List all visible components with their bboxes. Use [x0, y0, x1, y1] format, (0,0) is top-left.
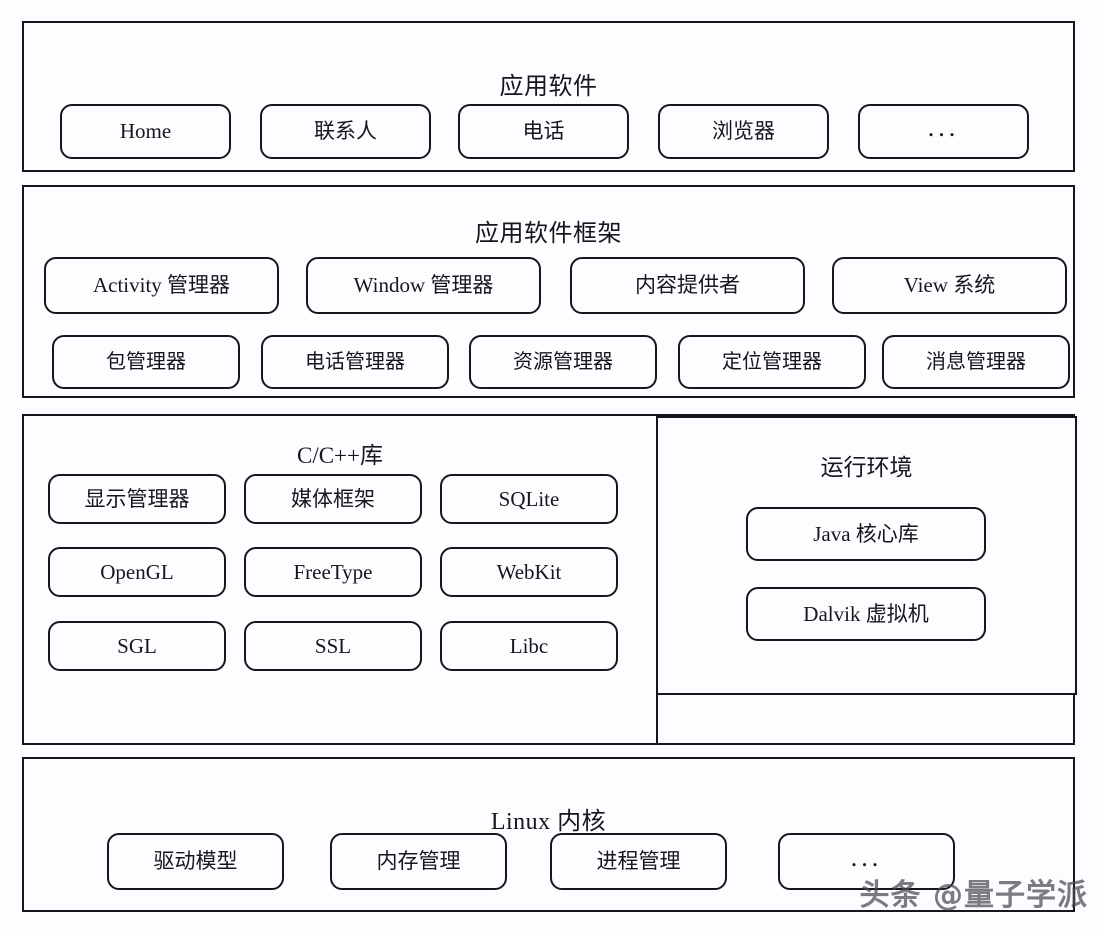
diagram-canvas: 应用软件 Home 联系人 电话 浏览器 ... 应用软件框架 Activity… [0, 0, 1098, 934]
framework-item-notification-manager[interactable]: 消息管理器 [882, 335, 1070, 389]
app-item-label: 浏览器 [712, 119, 775, 143]
library-item-opengl[interactable]: OpenGL [48, 547, 226, 597]
library-item-label: FreeType [293, 559, 373, 584]
framework-item-package-manager[interactable]: 包管理器 [52, 335, 240, 389]
kernel-item-label: 驱动模型 [153, 849, 238, 873]
framework-item-label: Window 管理器 [353, 273, 494, 297]
framework-item-location-manager[interactable]: 定位管理器 [678, 335, 866, 389]
kernel-item-memory-management[interactable]: 内存管理 [330, 833, 507, 890]
framework-item-content-provider[interactable]: 内容提供者 [570, 257, 805, 314]
layer-kernel-title: Linux 内核 [490, 809, 607, 835]
framework-item-view-system[interactable]: View 系统 [832, 257, 1067, 314]
layer-framework: 应用软件框架 Activity 管理器 Window 管理器 内容提供者 Vie… [22, 185, 1075, 398]
library-item-freetype[interactable]: FreeType [244, 547, 422, 597]
runtime-item-label: Dalvik 虚拟机 [803, 601, 929, 626]
framework-item-label: View 系统 [903, 273, 996, 297]
app-item-home[interactable]: Home [60, 104, 231, 159]
watermark: 头条 @量子学派 [859, 878, 1088, 913]
layer-applications-title: 应用软件 [499, 74, 598, 100]
framework-item-label: 资源管理器 [513, 351, 613, 373]
framework-item-resource-manager[interactable]: 资源管理器 [469, 335, 657, 389]
library-item-media-framework[interactable]: 媒体框架 [244, 474, 422, 524]
library-item-label: SSL [314, 633, 352, 658]
framework-item-label: 定位管理器 [722, 351, 822, 373]
library-item-libc[interactable]: Libc [440, 621, 618, 671]
library-item-sqlite[interactable]: SQLite [440, 474, 618, 524]
runtime-panel: 运行环境 Java 核心库 Dalvik 虚拟机 [656, 416, 1077, 695]
framework-item-label: 内容提供者 [635, 273, 740, 297]
kernel-item-label: ... [850, 842, 883, 872]
app-item-contacts[interactable]: 联系人 [260, 104, 431, 159]
library-item-label: 显示管理器 [84, 486, 190, 511]
runtime-item-dalvik-vm[interactable]: Dalvik 虚拟机 [746, 587, 986, 641]
app-item-label: ... [927, 112, 960, 142]
app-item-label: 电话 [522, 119, 565, 143]
library-item-label: WebKit [496, 559, 562, 584]
library-item-label: 媒体框架 [291, 486, 375, 511]
library-item-label: Libc [509, 633, 549, 658]
library-item-sgl[interactable]: SGL [48, 621, 226, 671]
runtime-title: 运行环境 [820, 455, 913, 480]
framework-item-label: 电话管理器 [305, 351, 405, 373]
framework-item-telephony-manager[interactable]: 电话管理器 [261, 335, 449, 389]
library-item-ssl[interactable]: SSL [244, 621, 422, 671]
library-item-label: SQLite [498, 486, 560, 511]
app-item-phone[interactable]: 电话 [458, 104, 629, 159]
framework-item-label: 消息管理器 [926, 351, 1026, 373]
framework-item-window-manager[interactable]: Window 管理器 [306, 257, 541, 314]
kernel-item-label: 内存管理 [376, 849, 461, 873]
framework-item-label: Activity 管理器 [92, 273, 231, 297]
framework-item-activity-manager[interactable]: Activity 管理器 [44, 257, 279, 314]
runtime-item-label: Java 核心库 [813, 521, 919, 546]
libraries-title: C/C++库 [296, 443, 383, 468]
app-item-label: Home [119, 119, 172, 143]
app-item-more[interactable]: ... [858, 104, 1029, 159]
library-item-label: OpenGL [100, 559, 174, 584]
app-item-browser[interactable]: 浏览器 [658, 104, 829, 159]
library-item-surface-manager[interactable]: 显示管理器 [48, 474, 226, 524]
library-item-webkit[interactable]: WebKit [440, 547, 618, 597]
app-item-label: 联系人 [314, 119, 377, 143]
runtime-item-java-core-libraries[interactable]: Java 核心库 [746, 507, 986, 561]
layer-framework-title: 应用软件框架 [475, 221, 622, 247]
layer-native: C/C++库 显示管理器 媒体框架 SQLite OpenGL FreeType… [22, 414, 1077, 745]
library-item-label: SGL [117, 633, 157, 658]
kernel-item-process-management[interactable]: 进程管理 [550, 833, 727, 890]
kernel-item-driver-model[interactable]: 驱动模型 [107, 833, 284, 890]
framework-item-label: 包管理器 [106, 351, 186, 373]
kernel-item-label: 进程管理 [596, 849, 681, 873]
layer-applications: 应用软件 Home 联系人 电话 浏览器 ... [22, 21, 1075, 172]
